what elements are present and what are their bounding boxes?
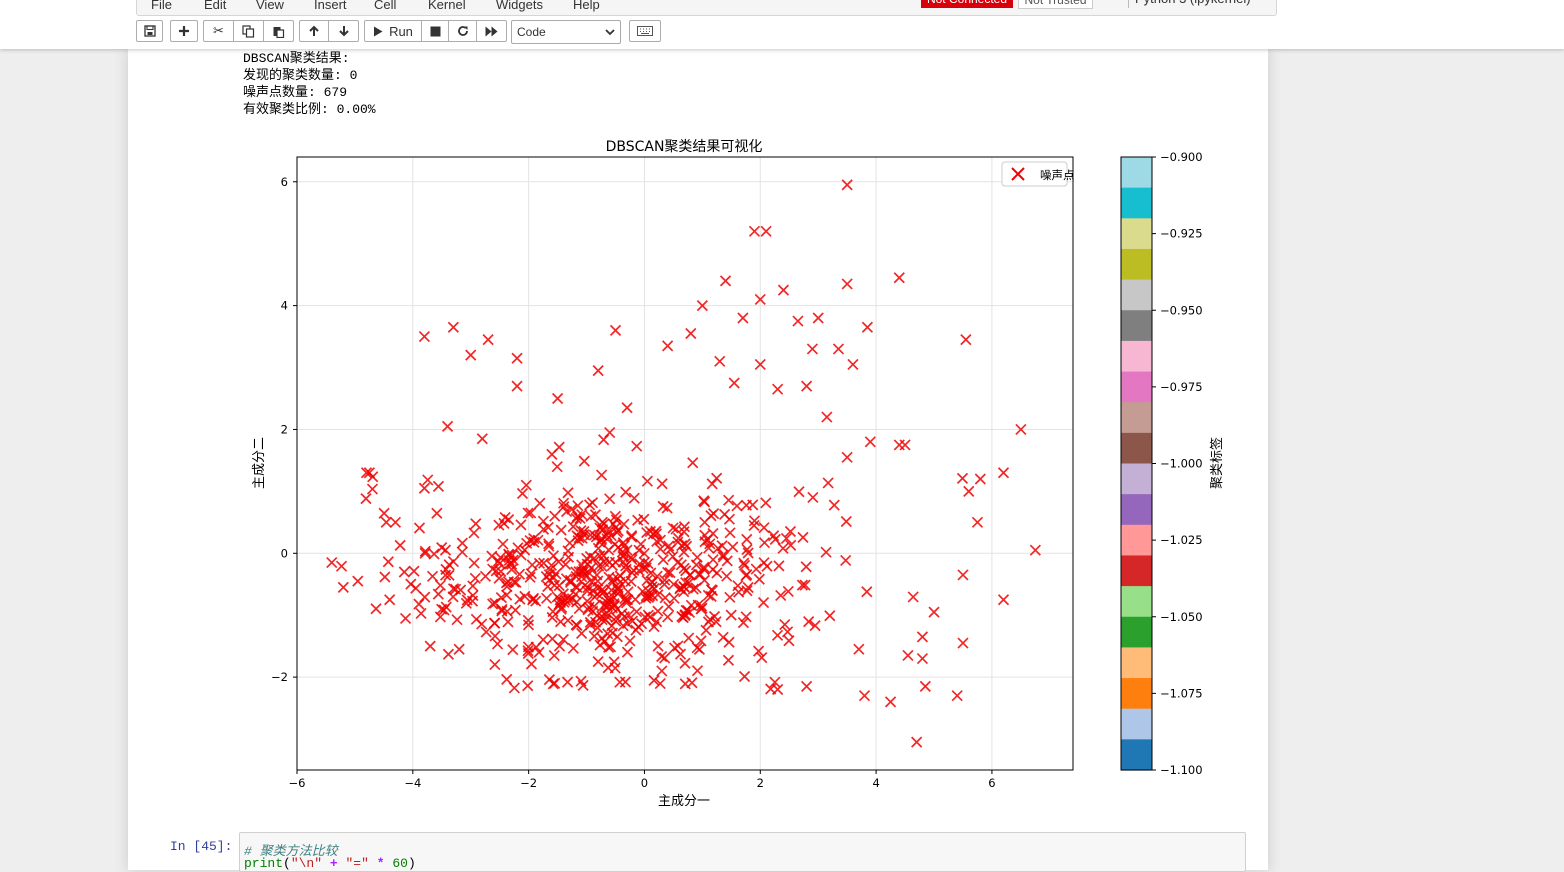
kernel-name: Python 3 (ipykernel) [1128,0,1251,8]
arrow-down-icon [338,26,349,37]
cut-button[interactable]: ✂ [203,20,234,42]
colorbar-segment [1121,157,1152,189]
output-line: 有效聚类比例: 0.00% [243,102,376,117]
insert-cell-button[interactable] [170,20,198,42]
restart-button[interactable] [448,20,477,42]
colorbar-segment [1121,279,1152,311]
code-line: print("\n" + "=" * 60) [244,856,416,871]
colorbar-segment [1121,248,1152,281]
colorbar-tick-label: −1.000 [1160,457,1203,471]
save-button[interactable] [136,20,163,42]
copy-button[interactable] [233,20,264,42]
colorbar-segment [1121,371,1152,403]
y-tick-label: 4 [281,299,288,313]
colorbar-segment [1121,524,1152,557]
next-code-cell[interactable]: # 聚类方法比较 print("\n" + "=" * 60) [239,832,1246,872]
x-tick-label: −4 [404,776,421,790]
colorbar-segment [1121,402,1152,434]
menu-cell[interactable]: Cell [374,0,396,12]
y-tick-label: 0 [281,546,288,560]
output-line: DBSCAN聚类结果: [243,51,350,66]
cell-type-value: Code [517,25,546,39]
colorbar-tick-label: −1.100 [1160,763,1203,777]
colorbar-segment [1121,586,1152,618]
y-tick-label: −2 [271,670,288,684]
menu-insert[interactable]: Insert [314,0,347,12]
legend-label: 噪声点 [1040,168,1075,182]
paste-button[interactable] [263,20,294,42]
scissors-icon: ✂ [213,23,224,38]
x-tick-label: −2 [520,776,537,790]
stop-icon [430,26,440,36]
fast-forward-icon [485,26,498,36]
save-icon [143,25,156,37]
menu-view[interactable]: View [256,0,284,12]
colorbar-segment [1121,463,1152,495]
colorbar-tick-label: −1.075 [1160,686,1203,700]
colorbar-segment [1121,678,1152,710]
scatter-plot: DBSCAN聚类结果可视化 −6 −4 −2 0 2 4 6 −2 0 2 4 6 主成分一 主成分二… [252,139,1225,809]
x-tick-label: −6 [289,776,306,790]
x-tick-label: 2 [757,776,764,790]
colorbar: −0.900 −0.925 −0.950 −0.975 −1.000 −1.025 −1.0… [1120,150,1203,777]
restart-run-all-button[interactable] [476,20,507,42]
command-palette-button[interactable] [629,20,661,42]
arrow-up-icon [309,25,319,36]
colorbar-segment [1121,647,1152,679]
colorbar-tick-label: −0.925 [1160,227,1203,241]
colorbar-segment [1121,555,1152,587]
menu-widgets[interactable]: Widgets [496,0,543,12]
output-line: 发现的聚类数量: 0 [243,68,358,83]
x-tick-label: 0 [641,776,648,790]
colorbar-segment [1121,739,1152,771]
run-label: Run [389,23,413,39]
colorbar-label: 聚类标签 [1209,437,1225,489]
chart-title: DBSCAN聚类结果可视化 [606,139,763,155]
move-up-button[interactable] [299,20,329,42]
colorbar-segment [1121,218,1152,250]
y-tick-label: 6 [281,175,288,189]
keyboard-icon [637,26,653,36]
move-down-button[interactable] [328,20,359,42]
plot-area [297,157,1073,770]
menu-file[interactable]: File [151,0,172,12]
notebook-header: File Edit View Insert Cell Kernel Widget… [0,0,1564,49]
copy-icon [242,24,255,38]
colorbar-segment [1121,187,1152,219]
trust-status-badge[interactable]: Not Trusted [1018,0,1093,9]
colorbar-segment [1121,616,1152,648]
colorbar-segment [1121,432,1152,465]
colorbar-tick-label: −0.950 [1160,303,1203,317]
restart-icon [457,26,468,36]
play-icon [374,26,383,36]
next-cell-prompt: In [45]: [170,839,233,854]
legend: 噪声点 [1001,161,1075,187]
menu-kernel[interactable]: Kernel [428,0,466,12]
x-tick-label: 4 [872,776,879,790]
menu-help[interactable]: Help [573,0,600,12]
colorbar-tick-label: −0.975 [1160,380,1203,394]
colorbar-segment [1121,708,1152,740]
menubar: File Edit View Insert Cell Kernel Widget… [136,0,1277,16]
chevron-down-icon [605,23,615,48]
plus-icon [179,26,189,36]
colorbar-tick-label: −1.025 [1160,533,1203,547]
kernel-status-badge[interactable]: Not Connected [921,0,1013,8]
x-axis-label: 主成分一 [658,794,710,809]
colorbar-segment [1121,494,1152,526]
interrupt-button[interactable] [421,20,449,42]
run-button[interactable]: Run [364,20,422,42]
colorbar-segment [1121,310,1152,342]
cell-type-select[interactable]: Code [511,20,621,44]
colorbar-tick-label: −0.900 [1160,150,1203,164]
menu-edit[interactable]: Edit [204,0,226,12]
output-line: 噪声点数量: 679 [243,85,348,100]
x-tick-label: 6 [988,776,995,790]
paste-icon [273,26,285,38]
y-tick-label: 2 [281,422,288,436]
colorbar-segment [1121,340,1152,373]
cell-output-text: DBSCAN聚类结果: 发现的聚类数量: 0 噪声点数量: 679 有效聚类比例: 0… [243,50,376,118]
colorbar-tick-label: −1.050 [1160,610,1203,624]
y-axis-label: 主成分二 [252,437,267,489]
